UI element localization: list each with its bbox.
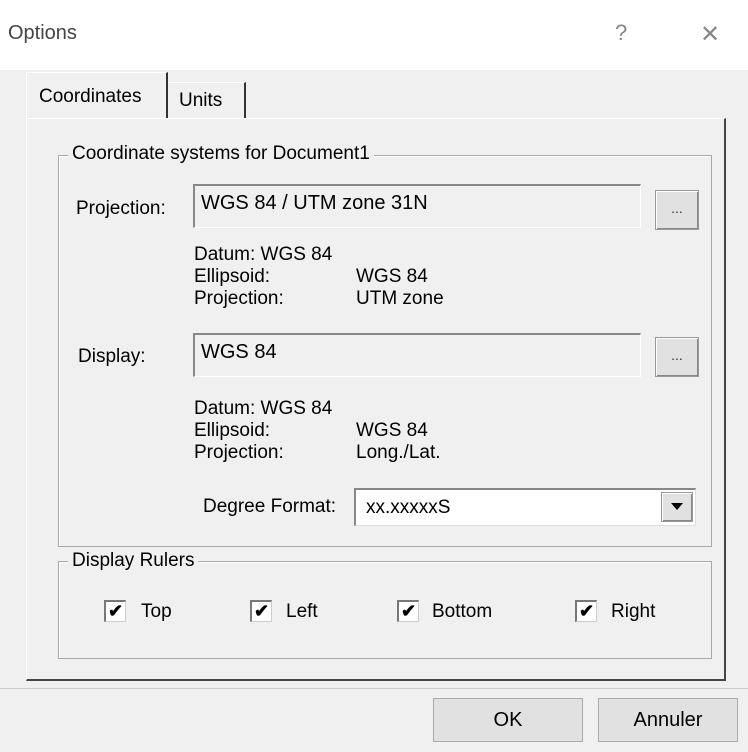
- window-title: Options: [8, 22, 77, 44]
- display-projection-label: Projection:: [194, 442, 284, 463]
- coordinate-systems-legend: Coordinate systems for Document1: [68, 143, 374, 165]
- ok-button[interactable]: OK: [433, 698, 583, 742]
- degree-format-select[interactable]: xx.xxxxxS: [354, 488, 696, 526]
- display-datum: Datum: WGS 84: [194, 398, 333, 419]
- projection-projection-value: UTM zone: [356, 288, 444, 309]
- display-browse-button[interactable]: ...: [655, 337, 699, 377]
- display-field[interactable]: WGS 84: [193, 333, 641, 377]
- checkbox-left[interactable]: ✔: [250, 600, 272, 622]
- checkbox-left-label: Left: [286, 601, 318, 622]
- cancel-button[interactable]: Annuler: [598, 698, 738, 742]
- help-icon[interactable]: ?: [615, 20, 627, 46]
- tab-coordinates-label: Coordinates: [39, 86, 142, 107]
- chevron-down-icon[interactable]: [661, 492, 693, 522]
- title-bar: [0, 0, 748, 70]
- checkbox-top-label: Top: [141, 601, 172, 622]
- close-icon[interactable]: ✕: [700, 20, 720, 49]
- display-ellipsoid-value: WGS 84: [356, 420, 428, 441]
- projection-ellipsoid-value: WGS 84: [356, 266, 428, 287]
- projection-field[interactable]: WGS 84 / UTM zone 31N: [193, 184, 641, 228]
- projection-ellipsoid-label: Ellipsoid:: [194, 266, 271, 287]
- projection-label: Projection:: [76, 198, 166, 219]
- tab-units-label: Units: [179, 90, 223, 111]
- tab-units[interactable]: Units: [168, 82, 246, 118]
- projection-browse-button[interactable]: ...: [655, 190, 699, 230]
- degree-format-label: Degree Format:: [203, 496, 337, 517]
- display-label: Display:: [78, 346, 146, 367]
- display-projection-value: Long./Lat.: [356, 442, 441, 463]
- projection-datum: Datum: WGS 84: [194, 244, 333, 265]
- display-ellipsoid-label: Ellipsoid:: [194, 420, 271, 441]
- checkbox-right-label: Right: [611, 601, 656, 622]
- projection-projection-label: Projection:: [194, 288, 284, 309]
- tab-coordinates[interactable]: Coordinates: [26, 72, 168, 118]
- checkbox-bottom-label: Bottom: [432, 601, 493, 622]
- checkbox-bottom[interactable]: ✔: [397, 600, 419, 622]
- display-rulers-legend: Display Rulers: [68, 550, 199, 572]
- checkbox-right[interactable]: ✔: [575, 600, 597, 622]
- degree-format-value: xx.xxxxxS: [366, 497, 451, 518]
- checkbox-top[interactable]: ✔: [104, 600, 126, 622]
